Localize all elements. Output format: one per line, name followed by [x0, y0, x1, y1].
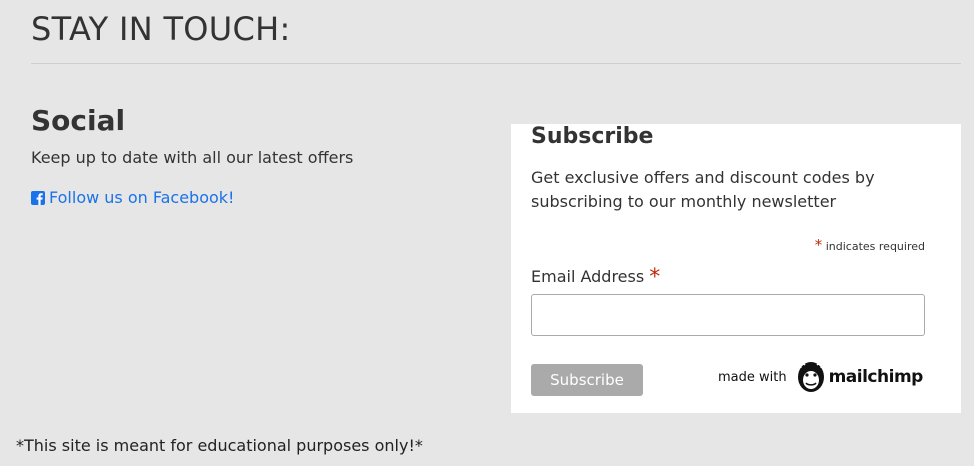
email-required-asterisk: *: [649, 265, 661, 290]
subscribe-description: Get exclusive offers and discount codes …: [531, 168, 875, 211]
email-field[interactable]: [531, 294, 925, 336]
facebook-link[interactable]: Follow us on Facebook!: [31, 188, 234, 207]
footer-disclaimer: *This site is meant for educational purp…: [16, 436, 423, 455]
divider: [31, 63, 961, 64]
required-note: * indicates required: [815, 236, 925, 254]
subscribe-title: Subscribe: [531, 124, 654, 149]
made-with-text: made with: [718, 369, 787, 385]
page-title: STAY IN TOUCH:: [31, 10, 291, 48]
subscribe-button[interactable]: Subscribe: [531, 364, 643, 396]
email-label: Email Address *: [531, 265, 660, 290]
social-title: Social: [31, 104, 126, 137]
mailchimp-logo-icon: [797, 362, 824, 392]
mailchimp-wordmark: mailchimp: [828, 367, 924, 387]
mailchimp-badge[interactable]: made with mailchimp: [718, 360, 923, 394]
social-description: Keep up to date with all our latest offe…: [31, 148, 354, 167]
required-note-text: indicates required: [825, 240, 925, 253]
subscribe-panel: Subscribe Get exclusive offers and disco…: [511, 124, 961, 413]
email-label-text: Email Address: [531, 267, 645, 286]
facebook-link-label: Follow us on Facebook!: [49, 188, 235, 207]
required-asterisk: *: [814, 236, 823, 254]
facebook-square-icon: [31, 190, 45, 205]
